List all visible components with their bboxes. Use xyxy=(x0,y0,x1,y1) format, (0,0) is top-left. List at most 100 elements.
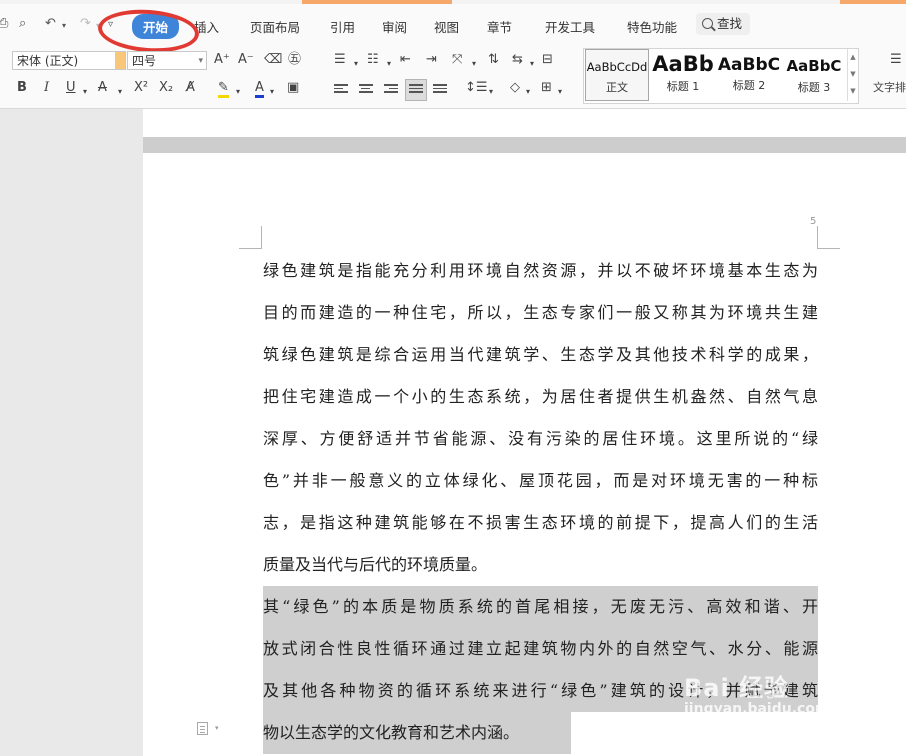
justify-icon[interactable] xyxy=(405,79,427,101)
font-family-dropdown[interactable] xyxy=(115,52,125,69)
text-tools-icon[interactable]: ☰ xyxy=(890,52,902,68)
borders-icon[interactable]: ⊞ xyxy=(541,80,552,96)
sort-icon[interactable]: ⇅ xyxy=(488,52,499,68)
annotation-circle xyxy=(96,6,201,56)
page-menu-icon[interactable] xyxy=(197,722,208,735)
tab-view[interactable]: 视图 xyxy=(434,17,459,36)
style-heading-2[interactable]: AaBbC 标题 2 xyxy=(716,49,782,101)
print-preview-icon[interactable]: ⌕ xyxy=(19,16,26,31)
style-label: 标题 3 xyxy=(797,81,831,94)
chevron-up-icon[interactable]: ▲ xyxy=(848,49,858,66)
shading-icon[interactable]: ◇ xyxy=(510,80,520,96)
text-line: 筑绿色建筑是综合运用当代建筑学、生态学及其他技术科学的成果， xyxy=(263,345,818,364)
strikethrough-dropdown-icon[interactable]: ▾ xyxy=(118,84,122,100)
watermark-logo: Bai 经验 xyxy=(684,674,790,702)
chinese-layout-dropdown-icon[interactable]: ▾ xyxy=(472,56,476,72)
bullet-list-icon[interactable]: ☰ xyxy=(334,52,346,68)
style-heading-3[interactable]: AaBbC 标题 3 xyxy=(782,49,846,101)
line-spacing-dropdown-icon[interactable]: ▾ xyxy=(489,84,493,100)
tab-page-layout[interactable]: 页面布局 xyxy=(250,17,300,36)
shading-dropdown-icon[interactable]: ▾ xyxy=(526,84,530,100)
font-size-value: 四号 xyxy=(132,54,157,68)
crop-mark xyxy=(817,226,840,249)
text-line: 绿色建筑是指能充分利用环境自然资源，并以不破坏环境基本生态为 xyxy=(263,261,818,280)
style-sample: AaBbC xyxy=(786,57,842,75)
text-direction-icon[interactable]: ⇆ xyxy=(512,52,523,68)
watermark-url: jingyan.baidu.com xyxy=(684,701,830,717)
clear-formatting-icon[interactable]: ⌫ xyxy=(264,52,282,68)
numbered-list-dropdown-icon[interactable]: ▾ xyxy=(387,56,391,72)
highlight-color-icon[interactable]: ✎ xyxy=(218,80,229,100)
show-marks-icon[interactable]: ⊟ xyxy=(542,52,553,68)
underline-icon[interactable]: U xyxy=(66,80,76,96)
font-family-select[interactable]: 宋体 (正文) xyxy=(12,51,126,70)
style-label: 标题 2 xyxy=(732,79,766,92)
chevron-down-icon[interactable]: ▾ xyxy=(215,724,219,732)
search-label: 查找 xyxy=(717,16,743,31)
tab-references[interactable]: 引用 xyxy=(330,17,355,36)
underline-dropdown-icon[interactable]: ▾ xyxy=(83,84,87,100)
decrease-font-size-icon[interactable]: A⁻ xyxy=(238,52,254,68)
font-color-icon[interactable]: A xyxy=(255,80,264,100)
style-gallery-scroll[interactable]: ▲ ▼ ▼ xyxy=(847,49,858,101)
increase-font-size-icon[interactable]: A⁺ xyxy=(214,52,230,68)
chevron-down-icon[interactable]: ▾ xyxy=(198,52,203,69)
previous-page-bottom xyxy=(143,109,906,137)
distributed-align-icon[interactable] xyxy=(433,84,447,96)
style-sample: AaBbCcDd xyxy=(586,60,648,74)
tab-developer[interactable]: 开发工具 xyxy=(545,17,595,36)
text-line: 放式闭合性良性循环通过建立起建筑物内外的自然空气、水分、能源 xyxy=(263,628,818,670)
align-center-icon[interactable] xyxy=(359,84,373,96)
chinese-layout-icon[interactable]: ⤧ xyxy=(452,52,462,68)
text-line: 物以生态学的文化教育和艺术内涵。 xyxy=(263,712,571,754)
italic-icon[interactable]: I xyxy=(44,80,49,96)
text-line: 把住宅建造成一个小的生态系统，为居住者提供生机盎然、自然气息 xyxy=(263,387,818,406)
font-color-dropdown-icon[interactable]: ▾ xyxy=(270,84,274,100)
line-spacing-icon[interactable]: ↕☰ xyxy=(465,80,488,96)
bold-icon[interactable]: B xyxy=(17,80,27,96)
text-line: 目的而建造的一种住宅，所以，生态专家们一般又称其为环境共生建 xyxy=(263,303,818,322)
style-heading-1[interactable]: AaBb 标题 1 xyxy=(650,49,716,101)
tab-special-features[interactable]: 特色功能 xyxy=(627,17,677,36)
align-right-icon[interactable] xyxy=(384,84,398,96)
bullet-list-dropdown-icon[interactable]: ▾ xyxy=(354,56,358,72)
borders-dropdown-icon[interactable]: ▾ xyxy=(558,84,562,100)
expand-gallery-icon[interactable]: ▼ xyxy=(848,83,858,100)
text-direction-dropdown-icon[interactable]: ▾ xyxy=(530,56,534,72)
character-border-icon[interactable]: ▣ xyxy=(287,80,299,96)
undo-dropdown-icon[interactable]: ▾ xyxy=(62,21,66,30)
paragraph[interactable]: 绿色建筑是指能充分利用环境自然资源，并以不破坏环境基本生态为 目的而建造的一种住… xyxy=(263,250,818,586)
menu-bar: ⎙ ⌕ ↶ ▾ ↷ ▾ ▿ 开始 插入 页面布局 引用 审阅 视图 章节 开发工… xyxy=(0,4,906,56)
text-tools-label[interactable]: 文字排 xyxy=(873,80,906,96)
decrease-indent-icon[interactable]: ⇤ xyxy=(400,52,411,68)
document-area: 5 绿色建筑是指能充分利用环境自然资源，并以不破坏环境基本生态为 目的而建造的一… xyxy=(0,109,906,756)
align-left-icon[interactable] xyxy=(334,84,348,96)
tab-review[interactable]: 审阅 xyxy=(382,17,407,36)
increase-indent-icon[interactable]: ⇥ xyxy=(426,52,437,68)
undo-icon[interactable]: ↶ xyxy=(45,16,56,31)
font-size-select[interactable]: 四号 ▾ xyxy=(127,51,207,70)
text-line: 其“绿色”的本质是物质系统的首尾相接，无废无污、高效和谐、开 xyxy=(263,586,818,628)
tab-chapter[interactable]: 章节 xyxy=(487,17,512,36)
subscript-icon[interactable]: X₂ xyxy=(159,80,173,96)
redo-icon[interactable]: ↷ xyxy=(80,16,91,31)
style-sample: AaBb xyxy=(652,52,714,76)
document-page[interactable]: 5 绿色建筑是指能充分利用环境自然资源，并以不破坏环境基本生态为 目的而建造的一… xyxy=(143,153,906,756)
print-icon[interactable]: ⎙ xyxy=(0,16,8,31)
search-command[interactable]: 查找 xyxy=(696,13,751,35)
text-effect-icon[interactable]: A̸ xyxy=(186,80,195,96)
page-gap xyxy=(143,137,906,153)
search-icon xyxy=(702,18,713,29)
strikethrough-icon[interactable]: A xyxy=(98,80,107,96)
text-line: 色”并非一般意义的立体绿化、屋顶花园，而是对环境无害的一种标 xyxy=(263,471,818,490)
numbered-list-icon[interactable]: ☷ xyxy=(367,52,379,68)
highlight-dropdown-icon[interactable]: ▾ xyxy=(236,84,240,100)
chevron-down-icon[interactable]: ▼ xyxy=(848,66,858,83)
text-line: 深厚、方便舒适并节省能源、没有污染的居住环境。这里所说的“绿 xyxy=(263,429,818,448)
crop-mark xyxy=(239,226,262,249)
style-normal[interactable]: AaBbCcDd 正文 xyxy=(585,49,649,101)
page-number: 5 xyxy=(810,216,817,227)
superscript-icon[interactable]: X² xyxy=(134,80,148,96)
phonetic-guide-icon[interactable]: ㊄ xyxy=(288,52,301,68)
ribbon: ⎙ ⌕ ↶ ▾ ↷ ▾ ▿ 开始 插入 页面布局 引用 审阅 视图 章节 开发工… xyxy=(0,4,906,109)
